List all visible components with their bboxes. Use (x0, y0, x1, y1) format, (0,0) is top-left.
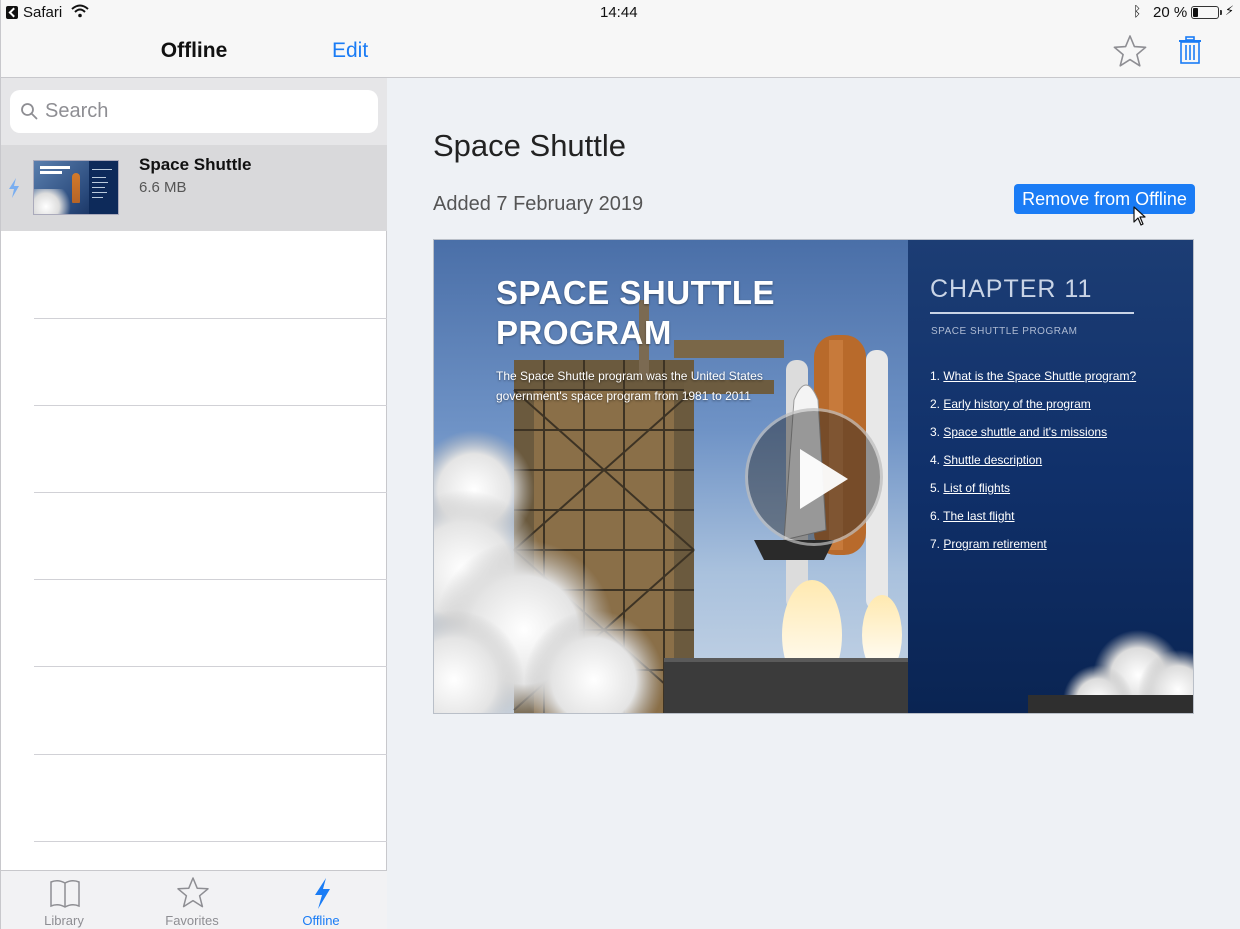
star-icon (177, 877, 209, 908)
toc-number: 3. (930, 425, 941, 439)
toc-item[interactable]: 6. The last flight (930, 508, 1136, 536)
tab-favorites-label: Favorites (165, 913, 219, 928)
detail-title: Space Shuttle (433, 128, 627, 163)
toc-link[interactable]: The last flight (943, 509, 1014, 523)
search-box[interactable] (10, 90, 378, 133)
toc-number: 2. (930, 397, 941, 411)
edit-button[interactable]: Edit (332, 39, 368, 63)
row-divider (34, 318, 387, 319)
item-name: Space Shuttle (139, 155, 252, 174)
toc-item[interactable]: 3. Space shuttle and it's missions (930, 424, 1136, 452)
item-thumbnail (33, 160, 119, 215)
offline-bolt-icon (9, 178, 19, 198)
row-divider (34, 405, 387, 406)
charging-icon: ⚡ (1225, 3, 1235, 18)
toc-number: 5. (930, 481, 941, 495)
mouse-cursor-icon (1133, 206, 1146, 226)
toc-link[interactable]: What is the Space Shuttle program? (943, 369, 1136, 383)
table-of-contents: 1. What is the Space Shuttle program? 2.… (930, 368, 1136, 564)
tab-library[interactable]: Library (4, 871, 124, 929)
back-app-name[interactable]: Safari (23, 4, 62, 21)
search-input[interactable] (45, 96, 365, 126)
video-preview[interactable]: SPACE SHUTTLE PROGRAM The Space Shuttle … (433, 239, 1194, 714)
tab-offline-label: Offline (302, 913, 340, 928)
chapter-subtitle: SPACE SHUTTLE PROGRAM (931, 326, 1078, 337)
favorite-star-icon[interactable] (1112, 34, 1148, 68)
toc-link[interactable]: Shuttle description (943, 453, 1042, 467)
chapter-heading: CHAPTER 11 (930, 275, 1093, 303)
added-date: Added 7 February 2019 (433, 193, 644, 215)
preview-desc-line: government's space program from 1981 to … (496, 389, 751, 403)
toc-item[interactable]: 1. What is the Space Shuttle program? (930, 368, 1136, 396)
back-to-app-icon[interactable] (6, 6, 18, 19)
play-button-icon[interactable] (745, 408, 883, 546)
toc-link[interactable]: Early history of the program (943, 397, 1090, 411)
row-divider (34, 666, 387, 667)
book-icon (50, 879, 80, 908)
battery-icon (1191, 6, 1222, 19)
row-divider (34, 579, 387, 580)
row-divider (34, 754, 387, 755)
toc-number: 6. (930, 509, 941, 523)
bolt-icon (315, 878, 330, 909)
status-bar: Safari 14:44 ᛒ 20 % ⚡ (0, 0, 1240, 28)
sidebar: Offline Edit Space Shuttle 6 (0, 0, 387, 929)
preview-description: The Space Shuttle program was the United… (496, 366, 776, 406)
tab-favorites[interactable]: Favorites (132, 871, 252, 929)
list-item-space-shuttle[interactable]: Space Shuttle 6.6 MB (1, 145, 387, 231)
bluetooth-icon: ᛒ (1133, 3, 1142, 19)
tab-library-label: Library (44, 913, 84, 928)
preview-desc-line: The Space Shuttle program was the United… (496, 369, 763, 383)
panel-smoke-illustration (1028, 630, 1193, 713)
toc-link[interactable]: List of flights (943, 481, 1010, 495)
tab-bar: Library Favorites Offline (1, 870, 387, 929)
remove-from-offline-button[interactable]: Remove from Offline (1014, 184, 1195, 214)
wifi-icon (71, 4, 89, 18)
toc-link[interactable]: Program retirement (943, 537, 1046, 551)
battery-percent: 20 % (1153, 4, 1188, 21)
search-icon (21, 103, 38, 120)
chapter-divider (930, 312, 1134, 314)
tab-offline[interactable]: Offline (261, 871, 381, 929)
toc-link[interactable]: Space shuttle and it's missions (943, 425, 1107, 439)
toc-item[interactable]: 2. Early history of the program (930, 396, 1136, 424)
preview-title-line: SPACE SHUTTLE (496, 274, 776, 311)
row-divider (34, 492, 387, 493)
search-bar (1, 78, 387, 145)
toc-number: 1. (930, 369, 941, 383)
toc-item[interactable]: 5. List of flights (930, 480, 1136, 508)
sidebar-title: Offline (160, 39, 228, 62)
preview-title-line: PROGRAM (496, 314, 672, 351)
row-divider (34, 841, 387, 842)
toc-item[interactable]: 4. Shuttle description (930, 452, 1136, 480)
preview-title: SPACE SHUTTLE PROGRAM (496, 273, 775, 353)
toc-number: 7. (930, 537, 941, 551)
toc-number: 4. (930, 453, 941, 467)
trash-icon[interactable] (1178, 36, 1202, 64)
toc-item[interactable]: 7. Program retirement (930, 536, 1136, 564)
item-size: 6.6 MB (139, 179, 187, 196)
status-time: 14:44 (600, 4, 638, 21)
